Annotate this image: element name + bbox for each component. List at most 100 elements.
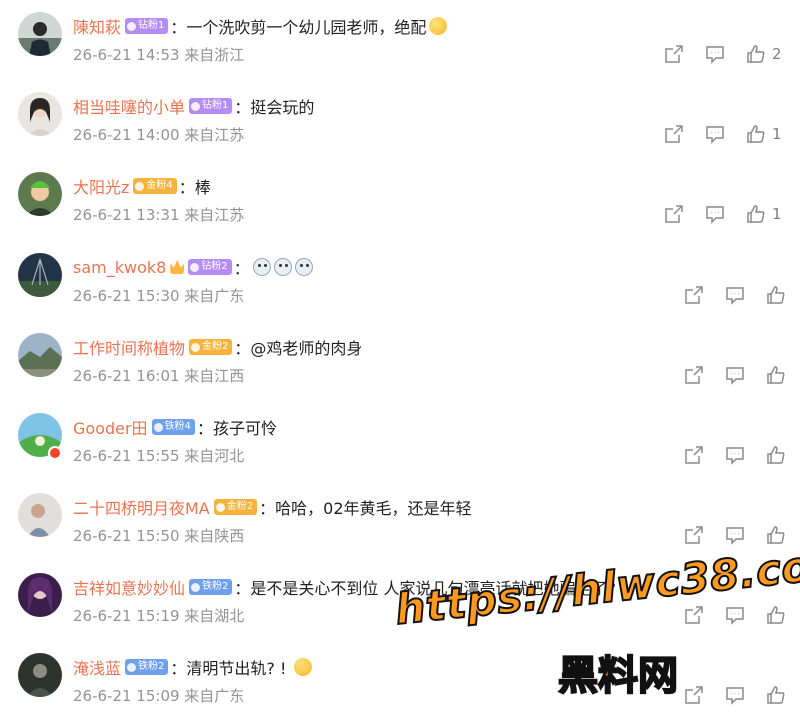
- like-button[interactable]: [766, 443, 786, 467]
- thumbs-up-icon: [767, 606, 785, 624]
- comment-meta: 26-6-21 14:53 来自浙江: [73, 46, 245, 64]
- fan-badge[interactable]: 钻粉1: [125, 18, 169, 34]
- comment-text: @鸡老师的肉身: [250, 339, 363, 358]
- comment-meta: 26-6-21 15:50 来自陕西: [73, 527, 245, 545]
- thumbs-up-icon: [747, 45, 765, 63]
- comment-text: 棒: [194, 178, 211, 197]
- comment-item: Gooder田 铁粉4 ： 孩子可怜 26-6-21 15:55 来自河北: [0, 401, 800, 481]
- like-button[interactable]: 2: [746, 42, 782, 66]
- comment-meta: 26-6-21 14:00 来自江苏: [73, 126, 245, 144]
- comment-item: 二十四桥明月夜MA 金粉2 ： 哈哈，02年黄毛，还是年轻 26-6-21 15…: [0, 481, 800, 561]
- username[interactable]: sam_kwok8: [73, 258, 166, 277]
- username[interactable]: 大阳光z: [73, 174, 129, 198]
- share-icon: [665, 45, 683, 63]
- emoji-icon: [429, 17, 448, 35]
- diamond-icon: [153, 422, 163, 432]
- like-count: 2: [772, 45, 782, 63]
- fan-badge[interactable]: 金粉2: [189, 339, 233, 355]
- emoji-icon: [294, 258, 313, 276]
- fan-badge[interactable]: 金粉4: [133, 178, 177, 194]
- thumbs-up-icon: [747, 125, 765, 143]
- diamond-icon: [191, 342, 201, 352]
- comment-icon: [726, 687, 744, 705]
- comment-icon: [726, 367, 744, 385]
- like-button[interactable]: [766, 523, 786, 547]
- fan-badge[interactable]: 铁粉2: [125, 659, 169, 675]
- diamond-icon: [191, 582, 201, 592]
- comment-icon: [726, 287, 744, 305]
- share-icon: [685, 686, 703, 704]
- comment-button[interactable]: [725, 443, 745, 467]
- diamond-icon: [127, 662, 137, 672]
- avatar[interactable]: [18, 172, 62, 216]
- like-button[interactable]: [766, 603, 786, 627]
- comment-button[interactable]: [705, 42, 725, 66]
- like-button[interactable]: [766, 683, 786, 707]
- comment-icon: [706, 206, 724, 224]
- fan-badge[interactable]: 金粉2: [213, 499, 258, 515]
- comment-button[interactable]: [705, 122, 725, 146]
- comment-item: 相当哇噻的小单 钻粉1 ： 挺会玩的 26-6-21 14:00 来自江苏 1: [0, 80, 800, 160]
- username[interactable]: Gooder田: [73, 415, 148, 439]
- share-button[interactable]: [664, 202, 684, 226]
- username[interactable]: 陳知萩: [73, 14, 121, 38]
- comment-meta: 26-6-21 15:30 来自广东: [73, 287, 245, 305]
- comment-icon: [726, 447, 744, 465]
- crown-icon: [170, 260, 185, 274]
- comment-meta: 26-6-21 16:01 来自江西: [73, 367, 245, 385]
- username[interactable]: 吉祥如意妙妙仙: [73, 575, 185, 599]
- diamond-icon: [190, 262, 200, 272]
- username[interactable]: 相当哇噻的小单: [73, 94, 185, 118]
- share-button[interactable]: [684, 683, 704, 707]
- thumbs-up-icon: [747, 205, 765, 223]
- like-button[interactable]: [766, 283, 786, 307]
- fan-badge[interactable]: 钻粉2: [188, 259, 232, 275]
- fan-badge[interactable]: 铁粉2: [189, 579, 233, 595]
- share-button[interactable]: [684, 363, 704, 387]
- like-button[interactable]: [766, 363, 786, 387]
- comment-button[interactable]: [725, 523, 745, 547]
- avatar[interactable]: [18, 253, 62, 297]
- comment-button[interactable]: [705, 202, 725, 226]
- fan-badge[interactable]: 钻粉1: [189, 98, 233, 114]
- comment-icon: [706, 46, 724, 64]
- avatar[interactable]: [18, 92, 62, 136]
- comment-meta: 26-6-21 15:09 来自广东: [73, 687, 245, 705]
- share-button[interactable]: [664, 122, 684, 146]
- diamond-icon: [215, 502, 225, 512]
- fan-badge[interactable]: 铁粉4: [151, 419, 195, 435]
- comment-text: 一个洗吹剪一个幼儿园老师，绝配: [186, 18, 427, 37]
- comment-button[interactable]: [725, 603, 745, 627]
- username[interactable]: 工作时间称植物: [73, 335, 185, 359]
- comment-button[interactable]: [725, 683, 745, 707]
- comment-icon: [726, 607, 744, 625]
- share-icon: [665, 205, 683, 223]
- diamond-icon: [191, 101, 201, 111]
- like-button[interactable]: 1: [746, 202, 782, 226]
- avatar[interactable]: [18, 12, 62, 56]
- avatar[interactable]: [18, 653, 62, 697]
- comment-meta: 26-6-21 13:31 来自江苏: [73, 206, 245, 224]
- comment-button[interactable]: [725, 363, 745, 387]
- avatar[interactable]: [18, 493, 62, 537]
- thumbs-up-icon: [767, 446, 785, 464]
- share-icon: [685, 366, 703, 384]
- emoji-icon: [273, 258, 292, 276]
- username[interactable]: 二十四桥明月夜MA: [73, 495, 210, 519]
- share-button[interactable]: [684, 443, 704, 467]
- comment-button[interactable]: [725, 283, 745, 307]
- thumbs-up-icon: [767, 366, 785, 384]
- like-button[interactable]: 1: [746, 122, 782, 146]
- share-button[interactable]: [664, 42, 684, 66]
- avatar[interactable]: [18, 573, 62, 617]
- username[interactable]: 淹浅蓝: [73, 655, 121, 679]
- share-button[interactable]: [684, 523, 704, 547]
- share-button[interactable]: [684, 603, 704, 627]
- comment-item: 吉祥如意妙妙仙 铁粉2 ： 是不是关心不到位 人家说几句漂亮话就把她骗走了? 2…: [0, 561, 800, 641]
- share-icon: [685, 606, 703, 624]
- share-button[interactable]: [684, 283, 704, 307]
- avatar[interactable]: [18, 333, 62, 377]
- diamond-icon: [135, 181, 145, 191]
- like-count: 1: [772, 205, 782, 223]
- share-icon: [685, 446, 703, 464]
